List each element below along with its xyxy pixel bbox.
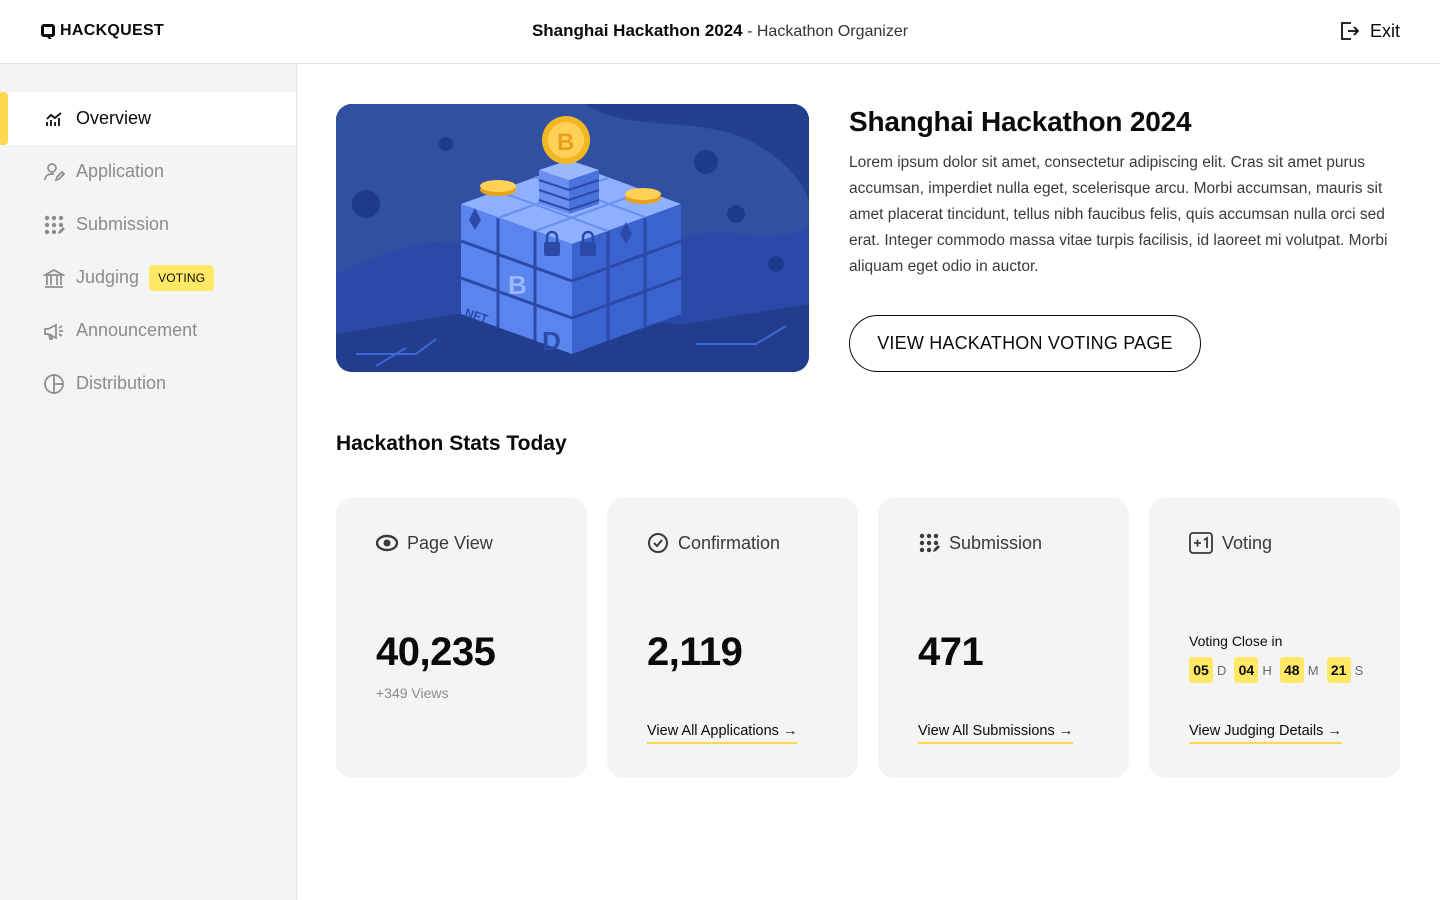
countdown-unit: S [1354,662,1364,678]
sidebar-item-distribution[interactable]: Distribution [0,357,296,410]
countdown-unit: D [1217,662,1227,678]
stat-card-submission: Submission 471 View All Submissions → [878,498,1129,778]
stat-card-confirmation: Confirmation 2,119 View All Applications… [607,498,858,778]
sidebar-nav: Overview Application Submission Judging … [0,92,296,410]
sidebar-item-label: Application [76,161,165,181]
b-label: B [508,270,527,300]
bank-icon [42,266,66,290]
hackathon-banner-image: NFT B D B [336,104,809,372]
card-label: Confirmation [678,532,781,553]
countdown-minutes: 48 [1279,657,1304,683]
dots-grid-icon [42,213,66,237]
page-view-value: 40,235 [376,630,496,674]
countdown-seconds: 21 [1326,657,1351,683]
stat-card-page-view: Page View 40,235 +349 Views [336,498,587,778]
sidebar-item-application[interactable]: Application [0,145,296,198]
d-label: D [542,326,561,356]
view-all-submissions-link[interactable]: View All Submissions → [918,723,1074,744]
countdown-hours: 04 [1234,657,1259,683]
confirmation-value: 2,119 [647,630,743,674]
card-label: Page View [407,532,493,553]
countdown-unit: H [1262,662,1272,678]
pie-icon [42,372,66,396]
voting-badge: VOTING [149,264,215,291]
header-separator: - [742,23,757,40]
sidebar-item-label: Distribution [76,373,167,393]
sidebar-item-label: Submission [76,214,170,234]
sidebar-item-label: Announcement [76,320,198,340]
sidebar-item-label: Overview [76,108,152,128]
hero-description: Lorem ipsum dolor sit amet, consectetur … [849,154,1388,275]
top-bar: HACKQUEST Shanghai Hackathon 2024 - Hack… [0,0,1440,64]
crypto-cube-illustration: NFT B D B [336,104,809,372]
page-view-delta: +349 Views [376,685,449,701]
sidebar-item-announcement[interactable]: Announcement [0,304,296,357]
eye-icon [376,534,398,552]
submission-value: 471 [918,630,984,674]
stats-section-title: Hackathon Stats Today [336,432,567,455]
exit-label: Exit [1369,20,1400,41]
card-header: Confirmation [647,532,780,554]
voting-countdown: 05 D 04 H 48 M 21 S [1189,657,1371,683]
exit-icon [1341,22,1360,40]
sidebar-item-label: Judging [76,267,140,287]
chart-icon [42,107,66,131]
exit-button[interactable]: Exit [1338,20,1400,42]
dots-grid-icon [919,533,940,553]
coin-b-label: B [557,129,574,156]
user-edit-icon [42,160,66,184]
check-circle-icon [648,533,668,553]
sidebar-item-overview[interactable]: Overview [0,92,296,145]
view-judging-details-link[interactable]: View Judging Details → [1189,723,1342,744]
countdown-days: 05 [1189,657,1213,683]
hackathon-title: Shanghai Hackathon 2024 [531,21,743,40]
stat-card-voting: Voting Voting Close in 05 D 04 H 48 M 21… [1149,498,1400,778]
countdown-unit: M [1307,662,1319,678]
sidebar: Overview Application Submission Judging … [0,64,297,900]
hero-title: Shanghai Hackathon 2024 [849,106,1192,137]
card-header: Submission [918,532,1042,554]
card-label: Voting [1222,532,1273,553]
view-voting-page-button[interactable]: VIEW HACKATHON VOTING PAGE [849,315,1201,372]
view-all-applications-link[interactable]: View All Applications → [647,723,798,744]
card-label: Submission [949,532,1043,553]
card-header: Page View [376,532,493,554]
user-role: Hackathon Organizer [756,23,909,40]
header-title-group: Shanghai Hackathon 2024 - Hackathon Orga… [0,21,1440,41]
card-header: Voting [1189,532,1272,554]
sidebar-item-judging[interactable]: Judging VOTING [0,251,296,304]
plus-one-icon [1189,532,1213,554]
voting-close-label: Voting Close in [1189,633,1283,649]
sidebar-item-submission[interactable]: Submission [0,198,296,251]
megaphone-icon [42,319,66,343]
